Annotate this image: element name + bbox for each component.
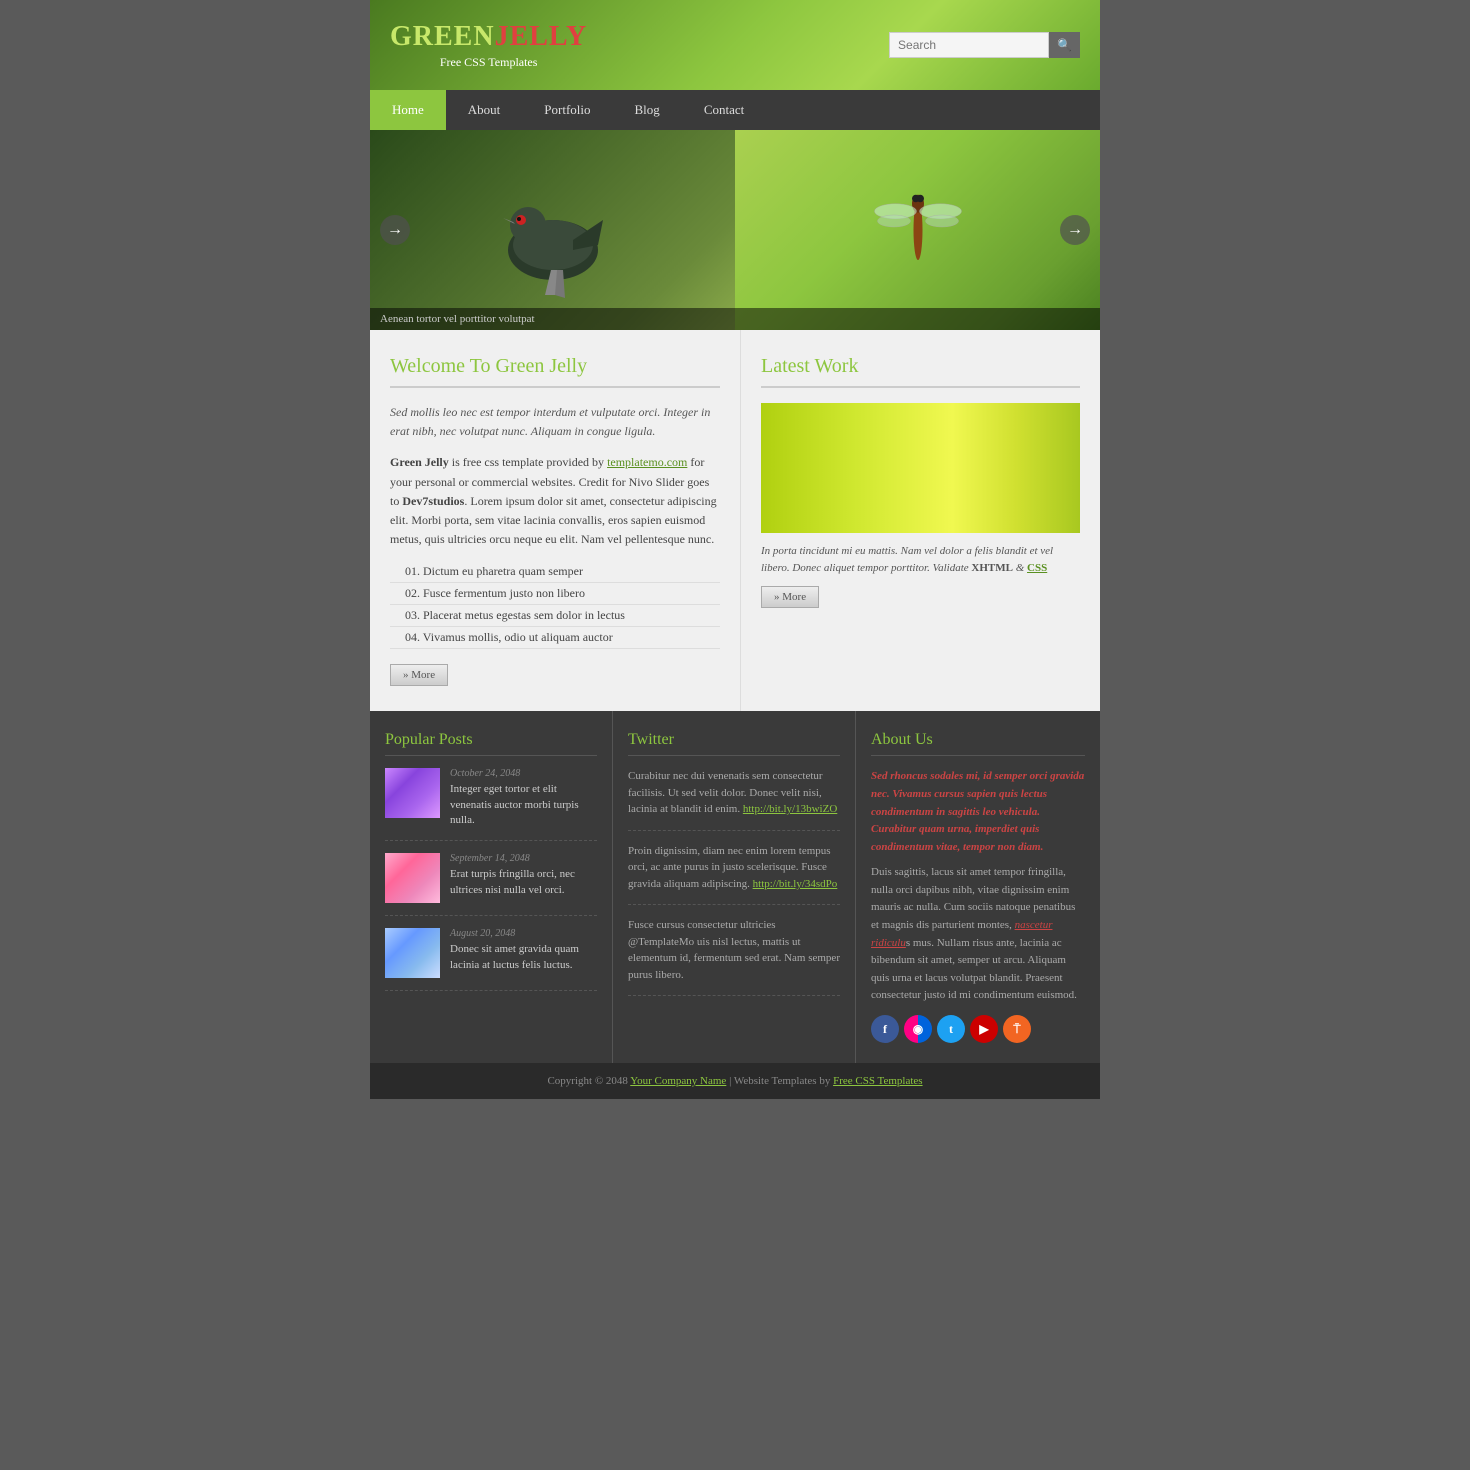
logo-tagline: Free CSS Templates xyxy=(390,55,587,70)
latest-work-title: Latest Work xyxy=(761,355,1080,388)
rss-icon[interactable]: ⍑ xyxy=(1003,1015,1031,1043)
post-thumbnail xyxy=(385,768,440,818)
tweet-item: Fusce cursus consectetur ultricies @Temp… xyxy=(628,917,840,996)
nav-blog[interactable]: Blog xyxy=(613,90,682,130)
work-more-button[interactable]: » More xyxy=(761,586,819,608)
about-us-title: About Us xyxy=(871,731,1085,756)
facebook-icon[interactable]: f xyxy=(871,1015,899,1043)
list-item-text: 01. Dictum eu pharetra quam semper xyxy=(405,564,583,578)
slider-prev-button[interactable]: → xyxy=(380,215,410,245)
logo-green: GREEN xyxy=(390,21,495,52)
list-item: 02. Fusce fermentum justo non libero xyxy=(390,583,720,605)
image-slider: → → Aenean tortor vel porttitor volutpat xyxy=(370,130,1100,330)
about-us-section: About Us Sed rhoncus sodales mi, id semp… xyxy=(856,711,1100,1063)
welcome-title: Welcome To Green Jelly xyxy=(390,355,720,388)
post-date: October 24, 2048 xyxy=(450,768,597,779)
twitter-section: Twitter Curabitur nec dui venenatis sem … xyxy=(613,711,856,1063)
post-info: August 20, 2048 Donec sit amet gravida q… xyxy=(450,928,597,978)
css-link[interactable]: CSS xyxy=(1027,562,1047,574)
welcome-more-button[interactable]: » More xyxy=(390,664,448,686)
popular-posts-title: Popular Posts xyxy=(385,731,597,756)
tweet-link[interactable]: http://bit.ly/13bwiZO xyxy=(743,803,837,815)
social-icons: f ◉ t ▶ ⍑ xyxy=(871,1015,1085,1043)
welcome-section: Welcome To Green Jelly Sed mollis leo ne… xyxy=(370,330,740,711)
nav-portfolio[interactable]: Portfolio xyxy=(522,90,612,130)
post-date: August 20, 2048 xyxy=(450,928,597,939)
footer-top: Popular Posts October 24, 2048 Integer e… xyxy=(370,711,1100,1063)
post-item: August 20, 2048 Donec sit amet gravida q… xyxy=(385,928,597,991)
dragonfly-image xyxy=(858,170,978,290)
post-thumbnail xyxy=(385,928,440,978)
post-text: Donec sit amet gravida quam lacinia at l… xyxy=(450,942,597,973)
welcome-list: 01. Dictum eu pharetra quam semper 02. F… xyxy=(390,561,720,649)
main-content: Welcome To Green Jelly Sed mollis leo ne… xyxy=(370,330,1100,711)
logo-jelly: JELLY xyxy=(495,21,588,52)
list-item-text: 04. Vivamus mollis, odio ut aliquam auct… xyxy=(405,630,613,644)
search-form: 🔍 xyxy=(889,32,1080,58)
about-para1: Sed rhoncus sodales mi, id semper orci g… xyxy=(871,768,1085,856)
post-info: September 14, 2048 Erat turpis fringilla… xyxy=(450,853,597,903)
bird-image xyxy=(473,150,633,310)
post-thumbnail xyxy=(385,853,440,903)
twitter-title: Twitter xyxy=(628,731,840,756)
post-text: Erat turpis fringilla orci, nec ultrices… xyxy=(450,867,597,898)
templatemo-link[interactable]: templatemo.com xyxy=(607,455,687,469)
list-item: 04. Vivamus mollis, odio ut aliquam auct… xyxy=(390,627,720,649)
popular-posts-section: Popular Posts October 24, 2048 Integer e… xyxy=(370,711,613,1063)
main-nav: Home About Portfolio Blog Contact xyxy=(370,90,1100,130)
list-item: 03. Placerat metus egestas sem dolor in … xyxy=(390,605,720,627)
work-image xyxy=(761,403,1080,533)
search-button[interactable]: 🔍 xyxy=(1049,32,1080,58)
work-caption: In porta tincidunt mi eu mattis. Nam vel… xyxy=(761,543,1080,576)
nav-contact[interactable]: Contact xyxy=(682,90,766,130)
list-item: 01. Dictum eu pharetra quam semper xyxy=(390,561,720,583)
slider-next-button[interactable]: → xyxy=(1060,215,1090,245)
tweet-text: Fusce cursus consectetur ultricies @Temp… xyxy=(628,919,840,981)
tweet-item: Curabitur nec dui venenatis sem consecte… xyxy=(628,768,840,831)
list-item-text: 03. Placerat metus egestas sem dolor in … xyxy=(405,608,625,622)
post-item: October 24, 2048 Integer eget tortor et … xyxy=(385,768,597,841)
post-text: Integer eget tortor et elit venenatis au… xyxy=(450,782,597,828)
flickr-icon[interactable]: ◉ xyxy=(904,1015,932,1043)
footer-templates-link[interactable]: Free CSS Templates xyxy=(833,1075,922,1087)
welcome-body: Green Jelly is free css template provide… xyxy=(390,453,720,549)
search-input[interactable] xyxy=(889,32,1049,58)
youtube-icon[interactable]: ▶ xyxy=(970,1015,998,1043)
post-item: September 14, 2048 Erat turpis fringilla… xyxy=(385,853,597,916)
nav-about[interactable]: About xyxy=(446,90,523,130)
tweet-item: Proin dignissim, diam nec enim lorem tem… xyxy=(628,843,840,906)
twitter-icon[interactable]: t xyxy=(937,1015,965,1043)
footer-bottom: Copyright © 2048 Your Company Name | Web… xyxy=(370,1063,1100,1099)
about-para2: Duis sagittis, lacus sit amet tempor fri… xyxy=(871,864,1085,1005)
post-date: September 14, 2048 xyxy=(450,853,597,864)
slider-caption: Aenean tortor vel porttitor volutpat xyxy=(370,308,1100,330)
footer-company-link[interactable]: Your Company Name xyxy=(630,1075,726,1087)
footer-copyright: Copyright © 2048 xyxy=(547,1075,630,1087)
list-item-text: 02. Fusce fermentum justo non libero xyxy=(405,586,585,600)
tweet-link[interactable]: http://bit.ly/34sdPo xyxy=(753,878,838,890)
footer-middle: | Website Templates by xyxy=(726,1075,833,1087)
post-info: October 24, 2048 Integer eget tortor et … xyxy=(450,768,597,828)
welcome-intro: Sed mollis leo nec est tempor interdum e… xyxy=(390,403,720,441)
site-logo: GREENJELLY Free CSS Templates xyxy=(390,21,587,70)
nav-home[interactable]: Home xyxy=(370,90,446,130)
latest-work-section: Latest Work In porta tincidunt mi eu mat… xyxy=(740,330,1100,711)
